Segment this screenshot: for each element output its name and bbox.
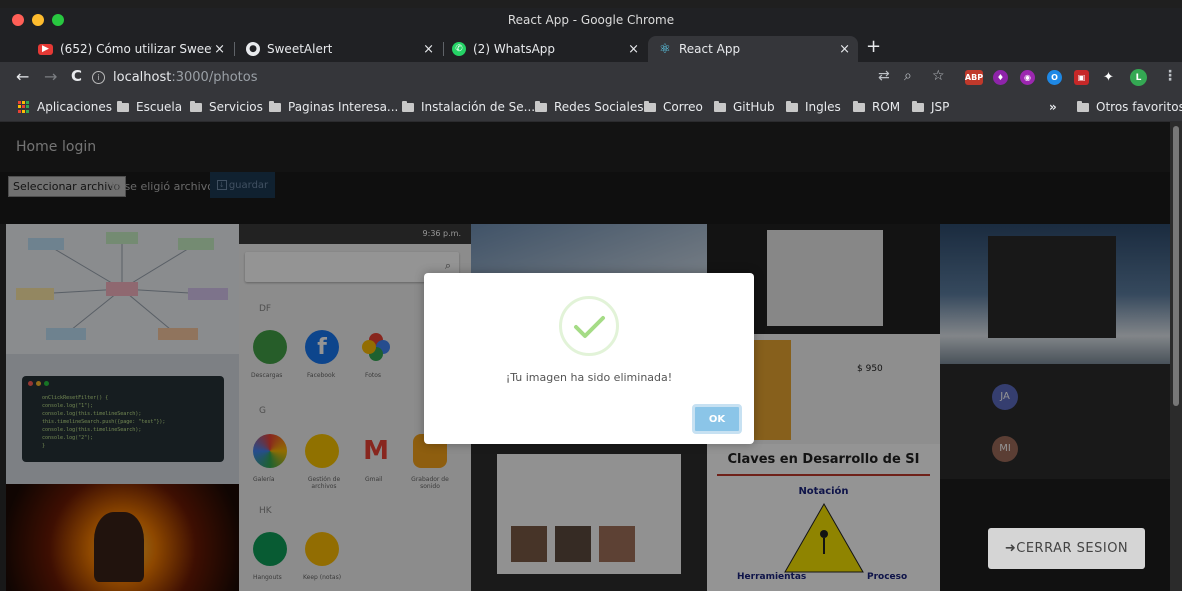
profile-avatar[interactable]: L (1130, 69, 1147, 86)
bookmark-label: Ingles (805, 100, 841, 114)
close-tab-icon[interactable]: × (628, 42, 639, 57)
bookmark-label: Otros favoritos (1096, 100, 1182, 114)
ok-button[interactable]: OK (692, 404, 742, 434)
tab-title: (2) WhatsApp (473, 42, 556, 56)
bookmark-label: Aplicaciones (37, 100, 112, 114)
tab-sweetalert[interactable]: ● SweetAlert × (236, 36, 442, 62)
folder-icon (190, 100, 202, 112)
react-icon: ⚛ (659, 41, 671, 57)
folder-icon (402, 100, 414, 112)
adblock-extension-icon[interactable]: ABP (965, 70, 983, 85)
bookmark-label: GitHub (733, 100, 775, 114)
bookmark-instalacion[interactable]: Instalación de Se... (402, 100, 535, 114)
bookmark-label: Servicios (209, 100, 263, 114)
address-bar[interactable]: i localhost:3000/photos (92, 65, 852, 89)
zoom-icon[interactable]: ⌕ (904, 68, 912, 84)
bookmarks-overflow-button[interactable]: » (1049, 100, 1057, 114)
chrome-menu-icon[interactable]: ⋮ (1163, 68, 1177, 84)
close-tab-icon[interactable]: × (423, 42, 434, 57)
youtube-icon: ▶ (38, 43, 53, 55)
reload-button[interactable]: C (71, 67, 82, 85)
whatsapp-icon: ✆ (452, 42, 466, 56)
bookmark-label: Paginas Interesa... (288, 100, 399, 114)
bookmark-label: JSP (931, 100, 950, 114)
bookmark-other-favorites[interactable]: Otros favoritos (1077, 100, 1182, 114)
bookmark-ingles[interactable]: Ingles (786, 100, 841, 114)
tab-title: (652) Cómo utilizar SweetAler (60, 42, 212, 56)
bookmark-github[interactable]: GitHub (714, 100, 775, 114)
tab-react-app[interactable]: ⚛ React App × (648, 36, 858, 62)
bookmark-label: Escuela (136, 100, 183, 114)
bookmark-label: Correo (663, 100, 703, 114)
bookmark-jsp[interactable]: JSP (912, 100, 949, 114)
bookmark-apps[interactable]: Aplicaciones (18, 100, 112, 114)
tab-whatsapp[interactable]: ✆ (2) WhatsApp × (442, 36, 647, 62)
bookmarks-bar: Aplicaciones Escuela Servicios Paginas I… (0, 92, 1182, 122)
close-tab-icon[interactable]: × (839, 42, 850, 57)
extensions-puzzle-icon[interactable]: ✦ (1101, 70, 1116, 85)
extension-circle-icon[interactable]: ◉ (1020, 70, 1035, 85)
sweetalert-modal: ¡Tu imagen ha sido eliminada! OK (424, 273, 754, 444)
forward-button[interactable]: → (44, 67, 57, 86)
scrollbar-thumb[interactable] (1173, 126, 1179, 406)
url-path: :3000/photos (171, 69, 258, 85)
bookmark-label: Instalación de Se... (421, 100, 536, 114)
tab-title: SweetAlert (267, 42, 333, 56)
folder-icon (644, 100, 656, 112)
folder-icon (117, 100, 129, 112)
bookmark-escuela[interactable]: Escuela (117, 100, 182, 114)
extension-diamond-icon[interactable]: ♦ (993, 70, 1008, 85)
bookmark-paginas[interactable]: Paginas Interesa... (269, 100, 398, 114)
bookmark-star-icon[interactable]: ☆ (932, 68, 945, 84)
browser-toolbar: ← → C i localhost:3000/photos ⇄ ⌕ ☆ ABP … (0, 62, 1182, 92)
tab-divider (234, 42, 235, 56)
bookmark-label: Redes Sociales (554, 100, 644, 114)
checkmark-svg (574, 316, 605, 338)
github-icon: ● (246, 42, 260, 56)
folder-icon (853, 100, 865, 112)
logout-icon: ➜ (1004, 541, 1017, 556)
back-button[interactable]: ← (16, 67, 29, 86)
close-tab-icon[interactable]: × (214, 42, 225, 57)
tab-youtube[interactable]: ▶ (652) Cómo utilizar SweetAler × (28, 36, 233, 62)
alert-message: ¡Tu imagen ha sido eliminada! (505, 371, 673, 384)
folder-icon (786, 100, 798, 112)
site-info-icon[interactable]: i (92, 70, 105, 84)
extension-square-icon[interactable]: ▣ (1074, 70, 1089, 85)
tab-title: React App (679, 42, 741, 56)
tab-strip: ▶ (652) Cómo utilizar SweetAler × ● Swee… (0, 32, 1182, 62)
logout-button[interactable]: ➜ CERRAR SESION (988, 528, 1145, 569)
folder-icon (1077, 100, 1089, 112)
bookmark-redes-sociales[interactable]: Redes Sociales (535, 100, 643, 114)
folder-icon (912, 100, 924, 112)
bookmark-correo[interactable]: Correo (644, 100, 703, 114)
extension-o-icon[interactable]: O (1047, 70, 1062, 85)
translate-icon[interactable]: ⇄ (878, 68, 890, 84)
folder-icon (269, 100, 281, 112)
folder-icon (535, 100, 547, 112)
bookmark-label: ROM (872, 100, 901, 114)
bookmark-servicios[interactable]: Servicios (190, 100, 263, 114)
apps-grid-icon (18, 101, 30, 113)
logout-button-label: CERRAR SESION (1016, 541, 1129, 556)
new-tab-button[interactable]: + (866, 36, 881, 57)
window-titlebar: React App - Google Chrome (0, 8, 1182, 32)
window-title: React App - Google Chrome (507, 13, 675, 27)
folder-icon (714, 100, 726, 112)
bookmark-rom[interactable]: ROM (853, 100, 900, 114)
url-host: localhost (113, 69, 172, 85)
success-checkmark-icon (559, 296, 619, 356)
page-scrollbar[interactable] (1170, 122, 1182, 591)
